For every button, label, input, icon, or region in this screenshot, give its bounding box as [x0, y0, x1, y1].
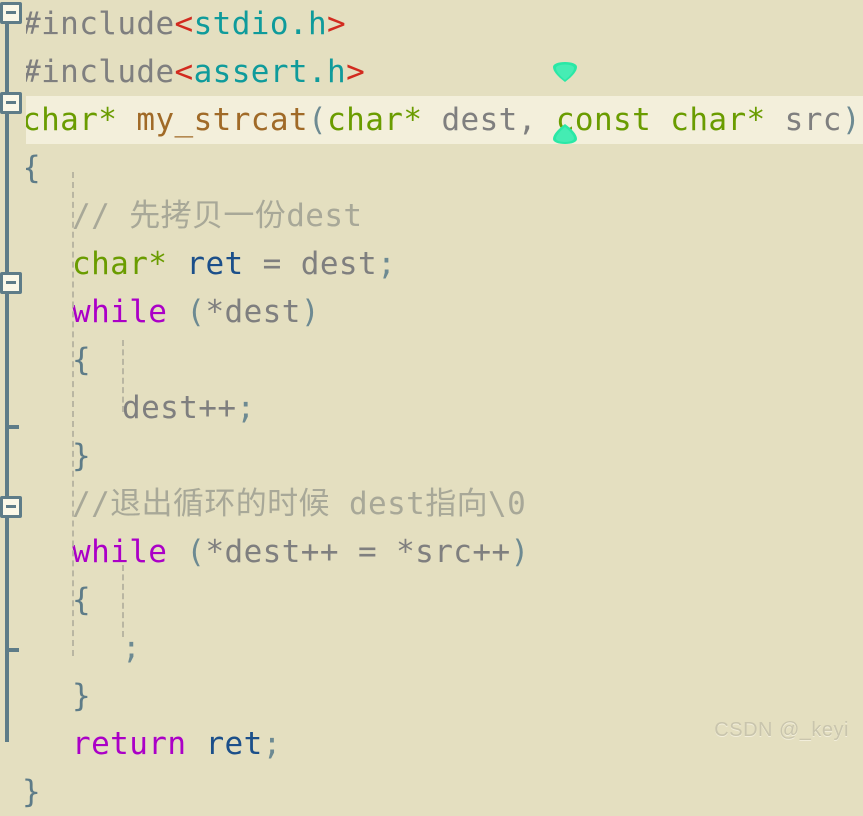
code-line[interactable]: char* ret = dest; — [0, 240, 863, 288]
code-line-text: #include<stdio.h> — [0, 0, 346, 48]
code-token: < — [174, 54, 194, 90]
code-token: { — [72, 342, 92, 378]
code-token: char* — [327, 102, 423, 138]
code-token: { — [72, 582, 92, 618]
code-token: ; — [377, 246, 397, 282]
code-line[interactable]: // 先拷贝一份dest — [0, 192, 863, 240]
code-token: } — [22, 774, 42, 810]
code-token: ; — [236, 390, 256, 426]
code-token: while — [72, 294, 168, 330]
watermark: CSDN @_keyi — [714, 719, 849, 741]
code-token: my_strcat — [136, 102, 308, 138]
code-token: ( — [186, 534, 206, 570]
code-line[interactable]: while (*dest++ = *src++) — [0, 528, 863, 576]
code-token: ) — [510, 534, 530, 570]
code-token: ( — [307, 102, 328, 138]
code-line[interactable]: } — [0, 432, 863, 480]
code-token: ( — [186, 294, 206, 330]
code-token: *dest++ = *src++ — [205, 534, 511, 570]
code-line-text: while (*dest++ = *src++) — [0, 528, 530, 576]
code-token: ; — [262, 726, 282, 762]
indent-guide-2 — [122, 340, 124, 412]
code-token: dest, — [422, 102, 556, 138]
code-line[interactable]: ; — [0, 624, 863, 672]
code-token: return — [72, 726, 187, 762]
code-line[interactable]: char* my_strcat(char* dest, const char* … — [0, 96, 863, 144]
code-line[interactable]: } — [0, 672, 863, 720]
code-token: > — [346, 54, 366, 90]
code-line-text: dest++; — [0, 384, 255, 432]
code-token: ) — [841, 102, 861, 138]
indent-guide-3 — [122, 565, 124, 637]
code-line-text: char* my_strcat(char* dest, const char* … — [0, 96, 861, 144]
code-line[interactable]: { — [0, 144, 863, 192]
code-line[interactable]: { — [0, 336, 863, 384]
code-token: char* — [670, 102, 766, 138]
fold-marker-line-1[interactable] — [0, 2, 22, 24]
code-line-text: while (*dest) — [0, 288, 320, 336]
code-token: < — [174, 6, 194, 42]
code-line[interactable]: #include<assert.h> — [0, 48, 863, 96]
code-token: ret — [186, 246, 244, 282]
fold-marker-line-7[interactable] — [0, 272, 22, 294]
code-token: ret — [205, 726, 263, 762]
fold-rail-top — [5, 12, 9, 94]
code-token: *dest — [205, 294, 301, 330]
fold-end-tick-line-15 — [5, 648, 19, 652]
code-line-text: //退出循环的时候 dest指向\0 — [0, 480, 526, 528]
code-line-text: // 先拷贝一份dest — [0, 192, 362, 240]
code-token: #include — [22, 54, 175, 90]
code-token: // 先拷贝一份dest — [72, 198, 363, 234]
code-editor[interactable]: #include<stdio.h> #include<assert.h> char*… — [0, 0, 863, 810]
code-line[interactable]: dest++; — [0, 384, 863, 432]
fold-end-tick-line-10 — [5, 425, 19, 429]
code-token: assert.h — [193, 54, 347, 90]
code-token: ; — [122, 630, 142, 666]
code-token: while — [72, 534, 168, 570]
code-token: > — [327, 6, 347, 42]
code-line-text: return ret; — [0, 720, 282, 768]
fold-marker-line-12[interactable] — [0, 496, 22, 518]
code-token: = dest — [243, 246, 378, 282]
code-line-text: } — [0, 768, 41, 816]
code-lines[interactable]: #include<stdio.h> #include<assert.h> char*… — [0, 0, 863, 810]
indent-guide-1 — [72, 172, 74, 656]
fold-gutter[interactable] — [0, 0, 26, 750]
code-line[interactable]: #include<stdio.h> — [0, 0, 863, 48]
code-line[interactable]: } — [0, 768, 863, 816]
code-token: } — [72, 438, 92, 474]
selection-handle-top[interactable] — [552, 62, 578, 82]
code-token: char* — [72, 246, 168, 282]
code-line[interactable]: { — [0, 576, 863, 624]
code-token: } — [72, 678, 92, 714]
code-line[interactable]: while (*dest) — [0, 288, 863, 336]
code-token: char* — [22, 102, 118, 138]
code-line[interactable]: //退出循环的时候 dest指向\0 — [0, 480, 863, 528]
code-token: src — [765, 102, 842, 138]
code-line-text: #include<assert.h> — [0, 48, 365, 96]
code-line-text: char* ret = dest; — [0, 240, 396, 288]
code-token: //退出循环的时候 dest指向\0 — [72, 486, 527, 522]
code-token: #include — [22, 6, 175, 42]
code-token: stdio.h — [193, 6, 328, 42]
selection-handle-bottom[interactable] — [552, 124, 578, 144]
code-token: ) — [300, 294, 320, 330]
fold-marker-line-3[interactable] — [0, 92, 22, 114]
code-token: dest++ — [122, 390, 237, 426]
